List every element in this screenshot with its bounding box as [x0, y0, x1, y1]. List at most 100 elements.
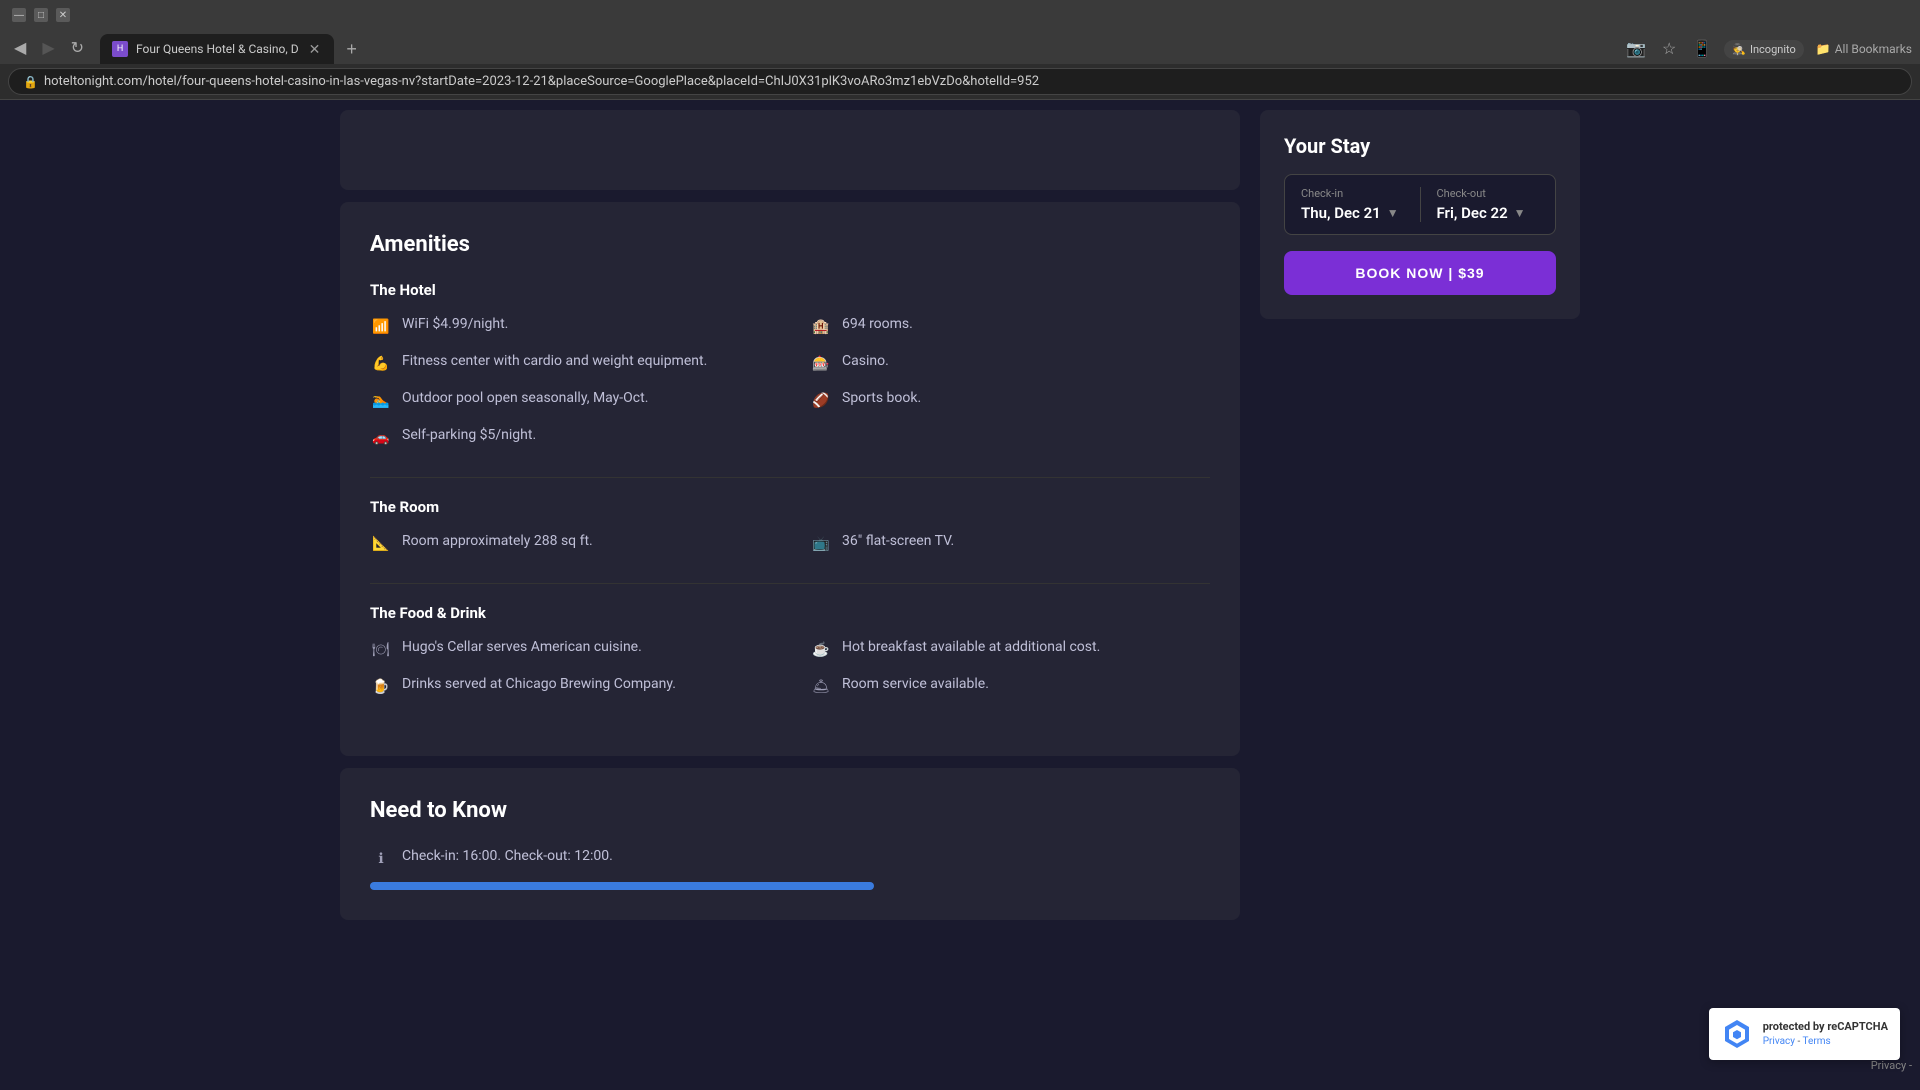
wifi-icon — [370, 316, 392, 338]
right-column: Your Stay Check-in Thu, Dec 21 ▼ Check-o… — [1260, 110, 1580, 319]
hotel-subtitle: The Hotel — [370, 281, 1210, 299]
amenity-item-parking: Self-parking $5/night. — [370, 426, 770, 449]
bookmark-star-icon[interactable]: ☆ — [1658, 35, 1680, 63]
restaurant-text: Hugo's Cellar serves American cuisine. — [402, 638, 642, 658]
checkout-label: Check-out — [1437, 187, 1540, 200]
checkout-dropdown-arrow: ▼ — [1514, 206, 1526, 220]
browser-chrome: — □ ✕ ◀ ▶ ↻ H Four Queens Hotel & Casino… — [0, 0, 1920, 100]
progress-bar — [370, 882, 874, 890]
amenities-title: Amenities — [370, 232, 1210, 257]
privacy-bottom-label: Privacy - — [1871, 1059, 1912, 1072]
room-size-icon — [370, 533, 392, 555]
wifi-text: WiFi $4.99/night. — [402, 315, 508, 335]
room-subtitle: The Room — [370, 498, 1210, 516]
privacy-link[interactable]: Privacy — [1763, 1036, 1795, 1047]
your-stay-title: Your Stay — [1284, 134, 1556, 158]
terms-link[interactable]: Terms — [1803, 1036, 1831, 1047]
sports-icon — [810, 390, 832, 412]
recaptcha-text: protected by reCAPTCHA Privacy - Terms — [1763, 1019, 1888, 1048]
close-button[interactable]: ✕ — [56, 8, 70, 22]
date-selector[interactable]: Check-in Thu, Dec 21 ▼ Check-out Fri, De… — [1284, 174, 1556, 235]
all-bookmarks-label: All Bookmarks — [1835, 42, 1912, 56]
amenity-item-rooms: 694 rooms. — [810, 315, 1210, 338]
book-now-button[interactable]: BOOK NOW | $39 — [1284, 251, 1556, 295]
amenity-item-room-size: Room approximately 288 sq ft. — [370, 532, 770, 555]
rooms-text: 694 rooms. — [842, 315, 913, 335]
left-column: Amenities The Hotel WiFi $4.99/night. 69… — [340, 110, 1240, 920]
drinks-text: Drinks served at Chicago Brewing Company… — [402, 675, 676, 695]
checkout-value[interactable]: Fri, Dec 22 ▼ — [1437, 204, 1540, 222]
recaptcha-icon — [1721, 1018, 1753, 1050]
incognito-badge: 🕵 Incognito — [1724, 40, 1804, 59]
tv-icon — [810, 533, 832, 555]
breakfast-icon — [810, 639, 832, 661]
amenity-item-drinks: Drinks served at Chicago Brewing Company… — [370, 675, 770, 698]
new-tab-button[interactable]: + — [338, 35, 365, 64]
checkin-info-item: Check-in: 16:00. Check-out: 12:00. — [370, 847, 1210, 870]
casino-text: Casino. — [842, 352, 889, 372]
casino-icon — [810, 353, 832, 375]
amenity-item-fitness: Fitness center with cardio and weight eq… — [370, 352, 770, 375]
need-to-know-card: Need to Know Check-in: 16:00. Check-out:… — [340, 768, 1240, 920]
restore-button[interactable]: □ — [34, 8, 48, 22]
room-section: The Room Room approximately 288 sq ft. 3… — [370, 498, 1210, 555]
amenity-item-room-service: Room service available. — [810, 675, 1210, 698]
pool-text: Outdoor pool open seasonally, May-Oct. — [402, 389, 648, 409]
divider-room-food — [370, 583, 1210, 584]
amenity-item-pool: Outdoor pool open seasonally, May-Oct. — [370, 389, 770, 412]
back-button[interactable]: ◀ — [8, 37, 32, 61]
hotel-section: The Hotel WiFi $4.99/night. 694 rooms. — [370, 281, 1210, 449]
amenity-item-breakfast: Hot breakfast available at additional co… — [810, 638, 1210, 661]
breakfast-text: Hot breakfast available at additional co… — [842, 638, 1100, 658]
amenity-item-tv: 36" flat-screen TV. — [810, 532, 1210, 555]
room-service-text: Room service available. — [842, 675, 989, 695]
food-section: The Food & Drink Hugo's Cellar serves Am… — [370, 604, 1210, 698]
recaptcha-badge: protected by reCAPTCHA Privacy - Terms — [1709, 1008, 1900, 1060]
rooms-icon — [810, 316, 832, 338]
hotel-amenities-grid: WiFi $4.99/night. 694 rooms. Fitness cen… — [370, 315, 1210, 449]
parking-text: Self-parking $5/night. — [402, 426, 536, 446]
need-to-know-title: Need to Know — [370, 798, 1210, 823]
bookmark-folder-icon: 📁 — [1816, 42, 1831, 56]
tab-close-button[interactable]: ✕ — [307, 40, 323, 58]
drink-icon — [370, 676, 392, 698]
your-stay-card: Your Stay Check-in Thu, Dec 21 ▼ Check-o… — [1260, 110, 1580, 319]
minimize-button[interactable]: — — [12, 8, 26, 22]
checkin-label: Check-in — [1301, 187, 1404, 200]
title-bar: — □ ✕ — [0, 0, 1920, 30]
room-service-icon — [810, 676, 832, 698]
recaptcha-line2: Privacy - Terms — [1763, 1035, 1888, 1049]
food-amenities-grid: Hugo's Cellar serves American cuisine. H… — [370, 638, 1210, 698]
address-bar[interactable]: 🔒 hoteltonight.com/hotel/four-queens-hot… — [8, 68, 1912, 95]
forward-button[interactable]: ▶ — [36, 37, 60, 61]
tab-favicon: H — [112, 41, 128, 57]
incognito-label: Incognito — [1750, 43, 1796, 56]
active-tab[interactable]: H Four Queens Hotel & Casino, D ✕ — [100, 34, 334, 64]
address-bar-row: 🔒 hoteltonight.com/hotel/four-queens-hot… — [0, 64, 1920, 99]
amenity-item-restaurant: Hugo's Cellar serves American cuisine. — [370, 638, 770, 661]
lock-icon: 🔒 — [23, 75, 38, 89]
parking-icon — [370, 427, 392, 449]
url-text: hoteltonight.com/hotel/four-queens-hotel… — [44, 74, 1039, 89]
fitness-text: Fitness center with cardio and weight eq… — [402, 352, 707, 372]
page-content: Amenities The Hotel WiFi $4.99/night. 69… — [0, 100, 1920, 1090]
divider-hotel-room — [370, 477, 1210, 478]
restaurant-icon — [370, 639, 392, 661]
room-amenities-grid: Room approximately 288 sq ft. 36" flat-s… — [370, 532, 1210, 555]
checkin-field[interactable]: Check-in Thu, Dec 21 ▼ — [1301, 187, 1421, 222]
camera-icon[interactable]: 📷 — [1622, 35, 1650, 63]
top-card — [340, 110, 1240, 190]
tab-title: Four Queens Hotel & Casino, D — [136, 42, 299, 56]
amenity-item-wifi: WiFi $4.99/night. — [370, 315, 770, 338]
checkout-field[interactable]: Check-out Fri, Dec 22 ▼ — [1421, 187, 1540, 222]
checkin-value[interactable]: Thu, Dec 21 ▼ — [1301, 204, 1404, 222]
fitness-icon — [370, 353, 392, 375]
recaptcha-line1: protected by reCAPTCHA — [1763, 1019, 1888, 1034]
reload-button[interactable]: ↻ — [65, 37, 90, 61]
pool-icon — [370, 390, 392, 412]
main-layout: Amenities The Hotel WiFi $4.99/night. 69… — [320, 100, 1600, 930]
checkin-dropdown-arrow: ▼ — [1387, 206, 1399, 220]
sports-text: Sports book. — [842, 389, 921, 409]
amenities-card: Amenities The Hotel WiFi $4.99/night. 69… — [340, 202, 1240, 756]
tablet-icon[interactable]: 📱 — [1688, 35, 1716, 63]
